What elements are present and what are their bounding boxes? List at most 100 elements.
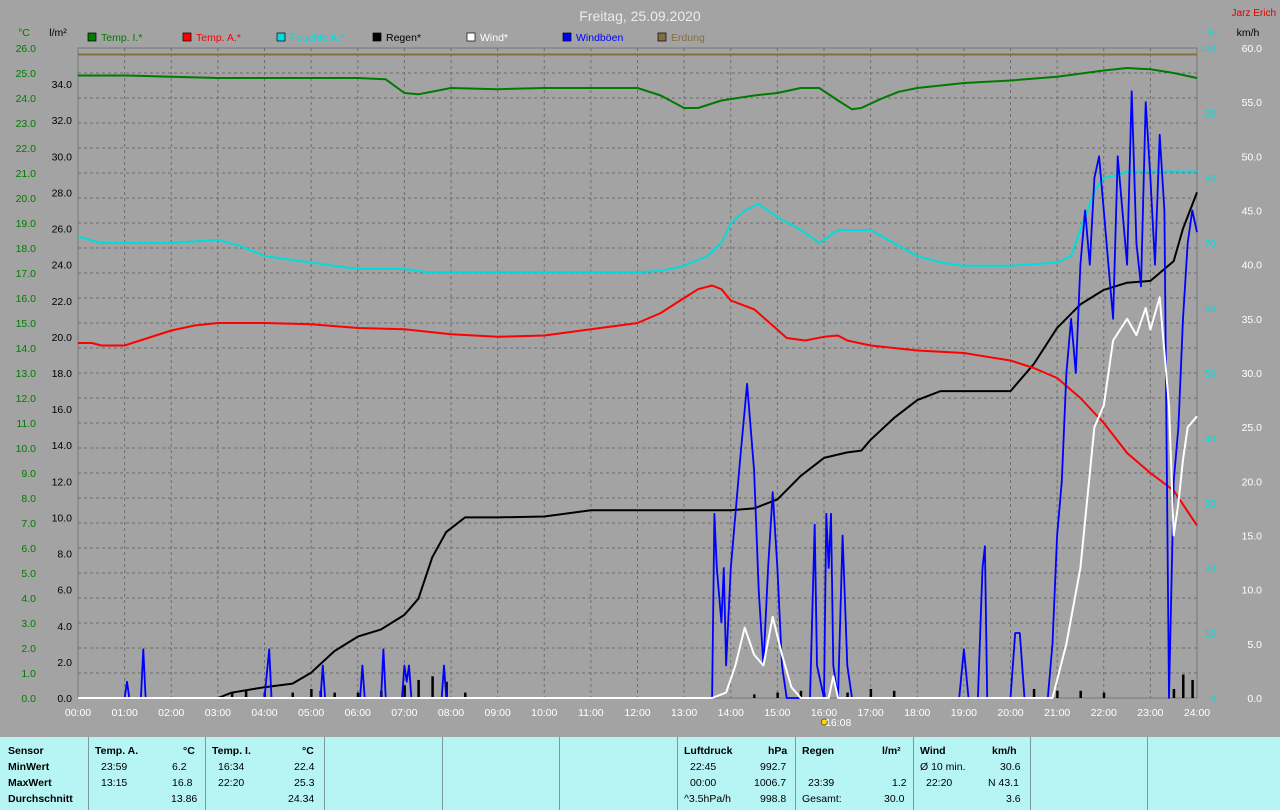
- time-tick-label: 22:00: [1091, 707, 1117, 719]
- rain-tick-label: 34.0: [52, 79, 73, 91]
- summary-col-temp-i: Temp. I. °C 16:34 22.4 22:20 25.3 24.34: [206, 737, 325, 810]
- event-marker-label: 16:08: [825, 717, 851, 729]
- summary-col-empty-5: [1148, 737, 1279, 810]
- rain-bar: [1079, 690, 1082, 698]
- pct-tick-label: 30: [1204, 498, 1216, 510]
- rain-bar: [869, 688, 873, 698]
- temp-i-min-time: 16:34: [218, 761, 245, 773]
- temp-tick-label: 6.0: [21, 543, 36, 555]
- temp-tick-label: 13.0: [16, 368, 37, 380]
- temp-a-header: Temp. A.: [95, 745, 139, 757]
- pct-tick-label: 50: [1204, 368, 1216, 380]
- time-tick-label: 08:00: [438, 707, 464, 719]
- wind-tick-label: 15.0: [1242, 531, 1263, 543]
- legend-label: Temp. A.*: [196, 32, 241, 44]
- time-tick-label: 10:00: [531, 707, 557, 719]
- temp-a-min-time: 23:59: [101, 761, 128, 773]
- temp-tick-label: 16.0: [16, 293, 37, 305]
- legend-label: Feuchte A.*: [290, 32, 344, 44]
- rain-bar: [403, 685, 406, 698]
- luftdruck-max: 1006.7: [754, 777, 787, 789]
- summary-col-empty-2: [443, 737, 560, 810]
- rain-bar: [1172, 688, 1176, 698]
- wind-tick-label: 60.0: [1242, 43, 1263, 55]
- rain-bar: [1191, 679, 1194, 698]
- wind-tick-label: 35.0: [1242, 314, 1263, 326]
- luftdruck-header: Luftdruck: [684, 745, 733, 757]
- rain-bar: [431, 676, 434, 698]
- regen-header: Regen: [802, 745, 835, 757]
- pct-tick-label: 10: [1204, 628, 1216, 640]
- time-tick-label: 06:00: [345, 707, 371, 719]
- summary-col-temp-a: Temp. A. °C 23:59 6.2 13:15 16.8 13.86: [89, 737, 206, 810]
- time-tick-label: 24:00: [1184, 707, 1210, 719]
- rain-bar: [1182, 674, 1185, 698]
- temp-tick-label: 10.0: [16, 443, 37, 455]
- legend-swatch: [562, 32, 572, 42]
- rain-bar: [417, 679, 420, 698]
- temp-tick-label: 0.0: [21, 693, 36, 705]
- pct-tick-label: 90: [1204, 108, 1216, 120]
- time-tick-label: 00:00: [65, 707, 91, 719]
- summary-panel: Sensor MinWert MaxWert Durchschnitt Temp…: [0, 737, 1280, 810]
- temp-a-max: 16.8: [172, 777, 193, 789]
- rain-tick-label: 6.0: [57, 585, 72, 597]
- legend-swatch: [372, 32, 382, 42]
- temp-i-max: 25.3: [294, 777, 315, 789]
- wind-tick-label: 0.0: [1247, 693, 1262, 705]
- temp-a-avg: 13.86: [171, 793, 198, 805]
- time-tick-label: 20:00: [997, 707, 1023, 719]
- time-tick-label: 23:00: [1137, 707, 1163, 719]
- temp-tick-label: 14.0: [16, 343, 37, 355]
- temp-tick-label: 22.0: [16, 143, 37, 155]
- temp-tick-label: 9.0: [21, 468, 36, 480]
- rain-tick-label: 30.0: [52, 151, 73, 163]
- pct-tick-label: 80: [1204, 173, 1216, 185]
- rain-bar: [1102, 692, 1106, 698]
- pct-tick-label: 60: [1204, 303, 1216, 315]
- legend-label: Wind*: [480, 32, 508, 44]
- legend-swatch: [87, 32, 97, 42]
- rain-tick-label: 22.0: [52, 296, 73, 308]
- time-tick-label: 14:00: [718, 707, 744, 719]
- legend-label: Windböen: [576, 32, 623, 44]
- temp-i-max-time: 22:20: [218, 777, 245, 789]
- rain-tick-label: 10.0: [52, 512, 73, 524]
- wind-unit: km/h: [992, 745, 1017, 757]
- time-tick-label: 18:00: [904, 707, 930, 719]
- temp-tick-label: 1.0: [21, 668, 36, 680]
- rain-tick-label: 14.0: [52, 440, 73, 452]
- time-tick-label: 17:00: [857, 707, 883, 719]
- temp-a-min: 6.2: [172, 761, 187, 773]
- wind-tick-label: 20.0: [1242, 476, 1263, 488]
- time-tick-label: 01:00: [111, 707, 137, 719]
- temp-i-avg: 24.34: [288, 793, 315, 805]
- time-tick-label: 07:00: [391, 707, 417, 719]
- rain-bar: [1056, 690, 1059, 698]
- wind-max: N 43.1: [988, 777, 1019, 789]
- time-tick-label: 05:00: [298, 707, 324, 719]
- temp-tick-label: 8.0: [21, 493, 36, 505]
- wind-tick-label: 40.0: [1242, 260, 1263, 272]
- temp-tick-label: 18.0: [16, 243, 37, 255]
- legend-swatch: [657, 32, 667, 42]
- wind-tick-label: 50.0: [1242, 151, 1263, 163]
- wind-header: Wind: [920, 745, 946, 757]
- time-tick-label: 19:00: [951, 707, 977, 719]
- temp-i-min: 22.4: [294, 761, 315, 773]
- temp-a-max-time: 13:15: [101, 777, 128, 789]
- time-tick-label: 13:00: [671, 707, 697, 719]
- row-label-avg: Durchschnitt: [8, 793, 73, 805]
- wind-avg10: 30.6: [1000, 761, 1021, 773]
- rain-tick-label: 2.0: [57, 657, 72, 669]
- temp-tick-label: 25.0: [16, 68, 37, 80]
- wind-avg10-label: Ø 10 min.: [920, 761, 966, 773]
- temp-tick-label: 5.0: [21, 568, 36, 580]
- legend-label: Regen*: [386, 32, 421, 44]
- rain-tick-label: 12.0: [52, 476, 73, 488]
- pct-tick-label: 20: [1204, 563, 1216, 575]
- rain-bar: [892, 690, 896, 698]
- temp-tick-label: 20.0: [16, 193, 37, 205]
- rain-bar: [310, 688, 313, 698]
- rain-bar: [1032, 688, 1036, 698]
